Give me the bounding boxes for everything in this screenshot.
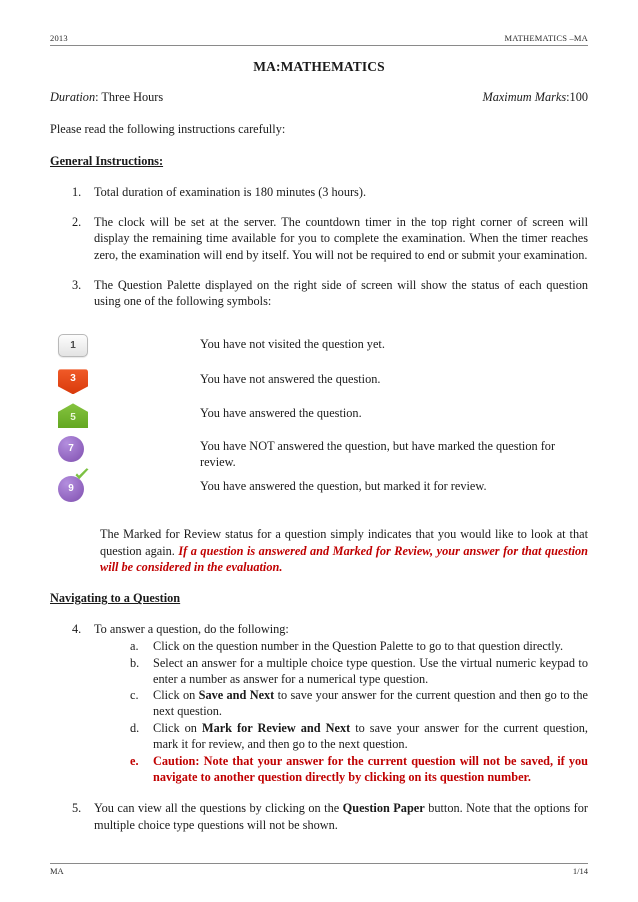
list-marker: 5. <box>72 801 82 816</box>
icon-number: 3 <box>70 373 76 385</box>
instruction-item: 1. Total duration of examination is 180 … <box>50 184 588 200</box>
substep-item: c. Click on Save and Next to save your a… <box>122 688 588 720</box>
list-marker: b. <box>130 655 140 670</box>
legend-description: You have answered the question. <box>200 406 362 421</box>
instruction-item: 3. The Question Palette displayed on the… <box>50 277 588 309</box>
item5-pre: You can view all the questions by clicki… <box>94 801 343 816</box>
page-footer: MA 1/14 <box>50 863 588 876</box>
not-visited-icon: 1 <box>58 334 88 358</box>
question-palette-legend: 1 You have not visited the question yet.… <box>50 334 588 504</box>
icon-number: 5 <box>70 412 76 424</box>
legend-icon-cell: 7 <box>50 436 200 463</box>
document-page: 2013 MATHEMATICS –MA MA:MATHEMATICS Dura… <box>0 0 638 902</box>
list-marker: 4. <box>72 622 82 637</box>
list-marker: c. <box>130 688 139 703</box>
list-marker: 3. <box>72 277 82 292</box>
list-marker: e. <box>130 754 139 769</box>
marks-info: Maximum Marks:100 <box>482 90 588 105</box>
instruction-item: 5. You can view all the questions by cli… <box>50 800 588 832</box>
answered-and-marked-icon: 9 <box>58 468 89 503</box>
substep-item: b. Select an answer for a multiple choic… <box>122 656 588 688</box>
legend-icon-cell: 5 <box>50 403 200 429</box>
legend-icon-cell: 1 <box>50 334 200 358</box>
navigating-substeps: a. Click on the question number in the Q… <box>122 639 588 787</box>
substep-text-pre: Click on <box>153 721 202 736</box>
green-check-icon <box>75 468 89 480</box>
mark-for-review-and-next-button-label: Mark for Review and Next <box>201 721 351 736</box>
marked-for-review-icon: 7 <box>58 436 84 463</box>
legend-description: You have not visited the question yet. <box>200 337 385 352</box>
substep-text: Select an answer for a multiple choice t… <box>153 655 588 686</box>
navigating-heading: Navigating to a Question <box>50 591 181 606</box>
legend-description: You have NOT answered the question, but … <box>200 439 556 470</box>
substep-text: Click on the question number in the Ques… <box>153 638 564 653</box>
navigating-lead: To answer a question, do the following: <box>94 622 289 637</box>
general-instructions-heading: General Instructions: <box>50 154 164 168</box>
exam-meta: Duration: Three Hours Maximum Marks:100 <box>50 90 588 105</box>
duration-label: Duration <box>50 90 96 104</box>
marks-value: :100 <box>566 90 588 104</box>
icon-number: 7 <box>68 443 74 455</box>
legend-icon-cell: 3 <box>50 369 200 395</box>
list-marker: 1. <box>72 185 82 199</box>
legend-row: 3 You have not answered the question. <box>50 369 588 397</box>
icon-number: 9 <box>68 483 74 495</box>
running-header: 2013 MATHEMATICS –MA <box>50 0 588 46</box>
caution-text: Caution: Note that your answer for the c… <box>153 754 588 785</box>
page-title: MA:MATHEMATICS <box>253 59 385 74</box>
instruction-text: The Question Palette displayed on the ri… <box>94 277 588 309</box>
list-marker: 2. <box>72 215 82 230</box>
legend-row: 5 You have answered the question. <box>50 403 588 431</box>
marked-for-review-note: The Marked for Review status for a quest… <box>100 526 588 575</box>
instruction-text: The clock will be set at the server. The… <box>94 215 588 262</box>
instruction-item: 4. To answer a question, do the followin… <box>50 621 588 786</box>
substep-item: a. Click on the question number in the Q… <box>122 639 588 655</box>
general-instructions-list: 1. Total duration of examination is 180 … <box>50 184 588 309</box>
answered-icon: 5 <box>58 403 88 429</box>
substep-item: d. Click on Mark for Review and Next to … <box>122 721 588 753</box>
icon-number: 1 <box>70 339 76 351</box>
footer-page-number: 1/14 <box>572 866 588 876</box>
save-and-next-button-label: Save and Next <box>198 688 275 703</box>
legend-icon-cell: 9 <box>50 468 200 503</box>
substep-item-caution: e. Caution: Note that your answer for th… <box>122 754 588 786</box>
header-year: 2013 <box>50 33 68 43</box>
list-marker: d. <box>130 721 140 736</box>
legend-row: 1 You have not visited the question yet. <box>50 334 588 362</box>
duration-value: : Three Hours <box>95 90 164 104</box>
not-answered-icon: 3 <box>58 369 88 395</box>
question-paper-button-label: Question Paper <box>342 801 425 816</box>
header-subject: MATHEMATICS –MA <box>504 33 588 43</box>
legend-description: You have answered the question, but mark… <box>200 479 487 494</box>
list-marker: a. <box>130 638 139 653</box>
legend-row: 7 You have NOT answered the question, bu… <box>50 436 588 471</box>
duration-info: Duration: Three Hours <box>50 90 163 105</box>
legend-description: You have not answered the question. <box>200 372 381 387</box>
legend-row: 9 You have answered the question, but ma… <box>50 468 588 504</box>
intro-text: Please read the following instructions c… <box>50 122 286 136</box>
footer-subject-code: MA <box>50 866 64 876</box>
instruction-item: 2. The clock will be set at the server. … <box>50 214 588 263</box>
substep-text-pre: Click on <box>153 688 199 703</box>
marks-label: Maximum Marks <box>482 90 567 104</box>
navigating-list: 4. To answer a question, do the followin… <box>50 621 588 833</box>
instruction-text: Total duration of examination is 180 min… <box>94 185 367 199</box>
